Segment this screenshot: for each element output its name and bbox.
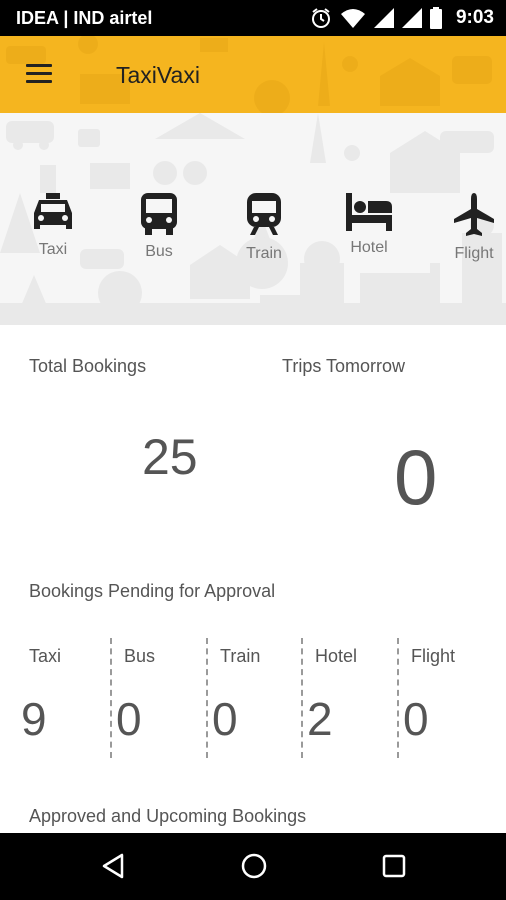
category-label: Taxi bbox=[38, 241, 68, 258]
pending-label: Taxi bbox=[29, 646, 62, 666]
total-bookings-label: Total Bookings bbox=[29, 356, 147, 376]
bus-icon bbox=[141, 193, 177, 235]
taxi-icon bbox=[34, 193, 72, 229]
pending-bus[interactable]: Bus 0 bbox=[116, 638, 212, 758]
category-bus[interactable]: Bus bbox=[124, 193, 194, 261]
trips-tomorrow-label: Trips Tomorrow bbox=[282, 356, 406, 376]
pending-hotel[interactable]: Hotel 2 bbox=[307, 638, 403, 758]
trips-tomorrow-value[interactable]: 0 bbox=[394, 432, 437, 523]
pending-flight[interactable]: Flight 0 bbox=[403, 638, 499, 758]
hotel-bed-icon bbox=[346, 193, 392, 231]
pending-label: Flight bbox=[411, 646, 456, 666]
category-hotel[interactable]: Hotel bbox=[334, 193, 404, 257]
category-label: Flight bbox=[454, 245, 494, 262]
column-divider bbox=[301, 638, 303, 758]
pending-count: 0 bbox=[403, 693, 429, 745]
back-icon[interactable] bbox=[100, 852, 126, 880]
pending-label: Train bbox=[220, 646, 261, 666]
train-icon bbox=[247, 193, 281, 235]
category-train[interactable]: Train bbox=[229, 193, 299, 263]
pending-approval-grid: Taxi 9 Bus 0 Train 0 Hotel 2 Flight 0 bbox=[0, 638, 506, 758]
wifi-icon bbox=[340, 9, 365, 28]
home-icon[interactable] bbox=[240, 852, 268, 880]
appbar-background-illustration bbox=[6, 36, 492, 113]
approved-upcoming-title: Approved and Upcoming Bookings bbox=[29, 806, 307, 826]
category-taxi[interactable]: Taxi bbox=[18, 193, 88, 259]
category-strip: Taxi Bus Train Hotel Flight bbox=[0, 113, 506, 325]
pending-label: Bus bbox=[124, 646, 156, 666]
clock-time: 9:03 bbox=[455, 7, 494, 28]
category-label: Hotel bbox=[350, 239, 388, 256]
column-divider bbox=[110, 638, 112, 758]
system-navigation-bar bbox=[0, 833, 506, 900]
hamburger-menu-icon[interactable] bbox=[26, 62, 54, 84]
column-divider bbox=[206, 638, 208, 758]
column-divider bbox=[397, 638, 399, 758]
recents-icon[interactable] bbox=[382, 854, 406, 878]
total-bookings-value[interactable]: 25 bbox=[142, 428, 198, 486]
category-label: Bus bbox=[145, 243, 173, 260]
pending-train[interactable]: Train 0 bbox=[212, 638, 308, 758]
status-bar: IDEA | IND airtel 9:03 bbox=[0, 0, 506, 36]
pending-taxi[interactable]: Taxi 9 bbox=[21, 638, 117, 758]
pending-count: 0 bbox=[212, 693, 238, 745]
status-icons: 9:03 bbox=[310, 6, 494, 30]
pending-approval-title: Bookings Pending for Approval bbox=[29, 581, 276, 601]
app-title: TaxiVaxi bbox=[116, 62, 200, 88]
category-flight[interactable]: Flight bbox=[439, 193, 506, 263]
pending-count: 0 bbox=[116, 693, 142, 745]
signal-icon bbox=[401, 8, 422, 28]
alarm-icon bbox=[311, 8, 330, 28]
battery-icon bbox=[429, 7, 442, 29]
pending-count: 9 bbox=[21, 693, 47, 745]
category-label: Train bbox=[246, 245, 282, 262]
pending-count: 2 bbox=[307, 693, 333, 745]
carrier-name: IDEA | IND airtel bbox=[16, 8, 153, 28]
pending-label: Hotel bbox=[315, 646, 358, 666]
app-bar: TaxiVaxi bbox=[0, 36, 506, 113]
airplane-icon bbox=[454, 193, 494, 236]
signal-icon bbox=[373, 8, 394, 28]
